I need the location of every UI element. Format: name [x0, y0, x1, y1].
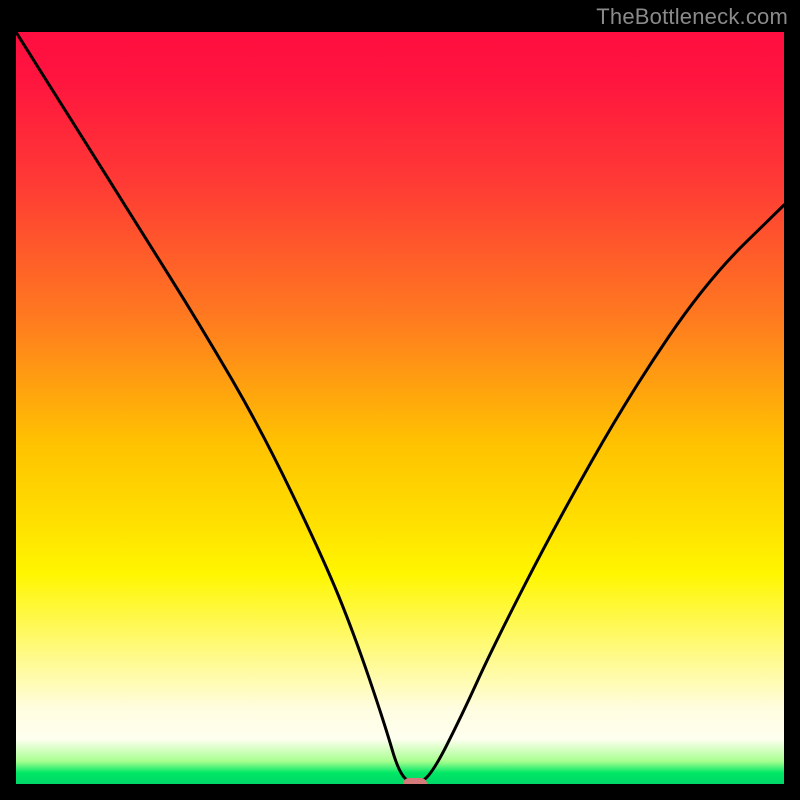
chart-frame: TheBottleneck.com [0, 0, 800, 800]
watermark-text: TheBottleneck.com [596, 4, 788, 30]
optimum-marker [403, 778, 427, 784]
bottleneck-curve [16, 32, 784, 782]
plot-area [16, 32, 784, 784]
curve-layer [16, 32, 784, 784]
